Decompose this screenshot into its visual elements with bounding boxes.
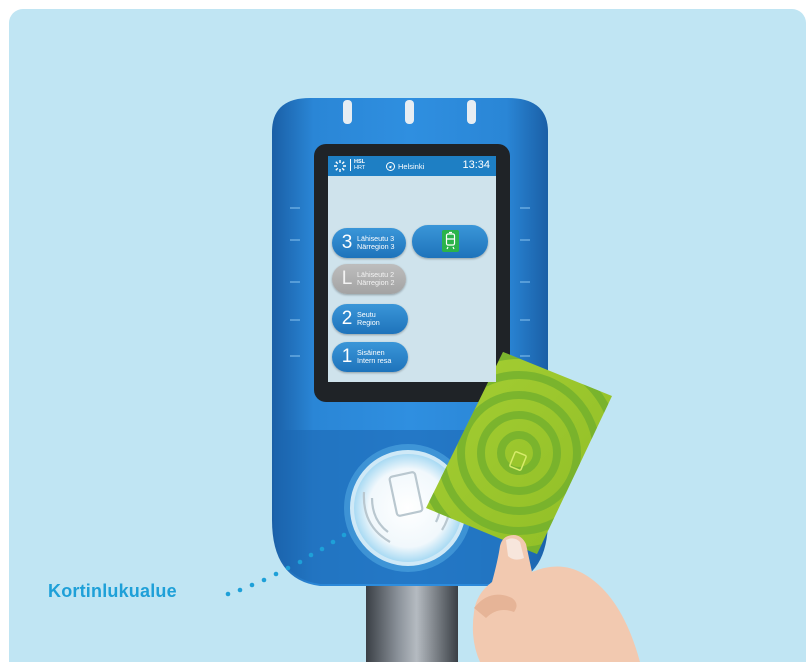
tram-button[interactable] — [412, 225, 488, 258]
location-label: Helsinki — [398, 162, 425, 171]
status-led — [343, 100, 352, 124]
zone-letter: 3 — [341, 232, 353, 253]
zone-label-line2: Närregion 2 — [357, 278, 395, 287]
brand-sub: HRT — [354, 165, 366, 171]
zone-letter: 1 — [341, 346, 353, 367]
zone-3-button[interactable]: 3 Lähiseutu 3 Närregion 3 — [332, 228, 406, 258]
clock: 13:34 — [462, 159, 490, 171]
tram-icon — [442, 230, 459, 252]
zone-label: Lähiseutu 3 Närregion 3 — [357, 235, 395, 251]
zone-letter: L — [341, 268, 353, 289]
status-led — [467, 100, 476, 124]
zone-letter: 2 — [341, 308, 353, 329]
reader-screen: HSL HRT Helsinki 13:34 3 Lähiseutu 3 När… — [328, 156, 496, 382]
zone-label: Seutu Region — [357, 311, 380, 327]
zone-2-button[interactable]: 2 Seutu Region — [332, 304, 408, 334]
zone-label-line2: Intern resa — [357, 356, 392, 365]
status-led — [405, 100, 414, 124]
zone-label-line2: Närregion 3 — [357, 242, 395, 251]
status-bar: HSL HRT Helsinki 13:34 — [328, 156, 496, 176]
card-reader-caption: Kortinlukualue — [48, 581, 177, 601]
zone-label-line2: Region — [357, 318, 380, 327]
zone-label: Sisäinen Intern resa — [357, 349, 391, 365]
zone-1-button[interactable]: 1 Sisäinen Intern resa — [332, 342, 408, 372]
pole — [366, 578, 458, 662]
brand-text: HSL HRT — [350, 159, 365, 171]
location: Helsinki — [386, 162, 424, 171]
location-icon — [386, 162, 395, 171]
zone-l-button[interactable]: L Lähiseutu 2 Närregion 2 — [332, 264, 406, 294]
zone-label: Lähiseutu 2 Närregion 2 — [357, 271, 395, 287]
hsl-logo-icon — [334, 160, 346, 172]
